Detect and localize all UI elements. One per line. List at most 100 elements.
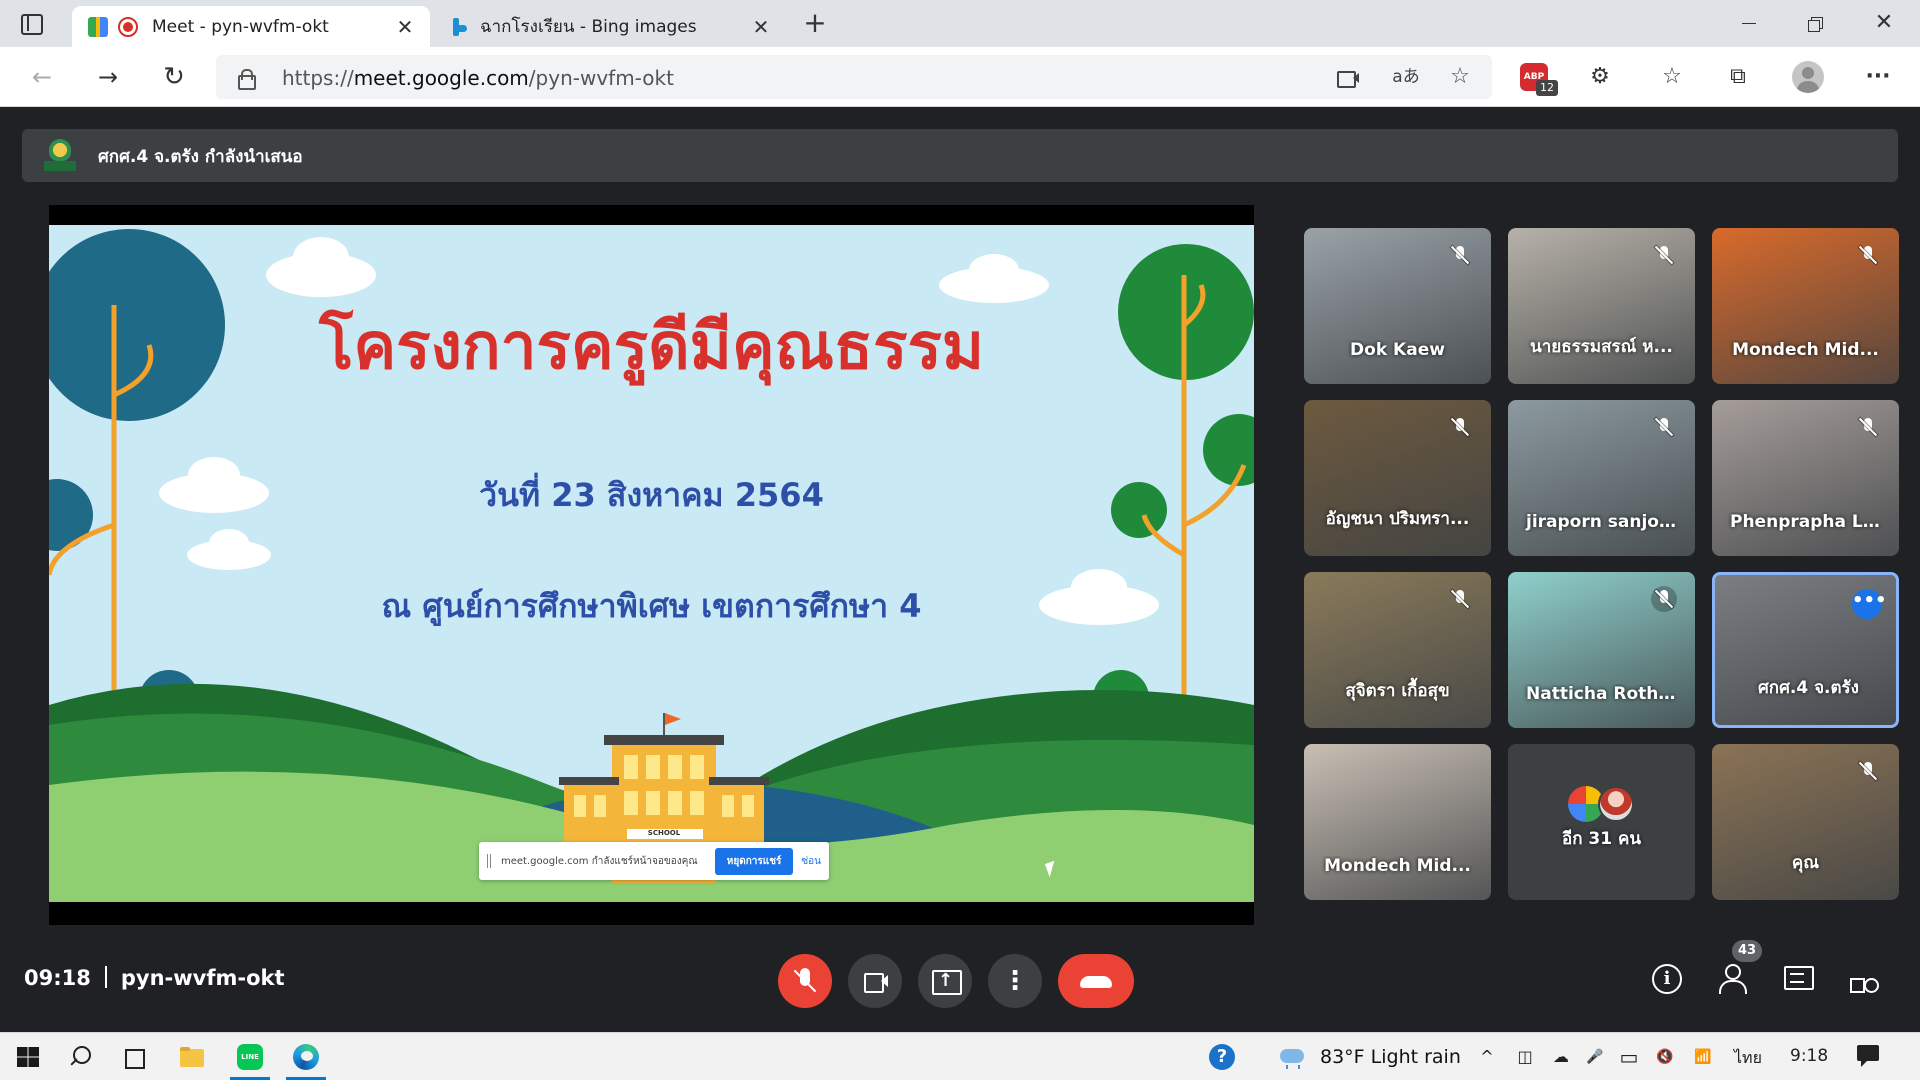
participant-tile[interactable]: Mondech Mid...: [1304, 744, 1491, 900]
presenting-banner: ศกศ.4 จ.ตรัง กำลังนำเสนอ: [22, 129, 1898, 182]
participant-name: Natticha Roth...: [1526, 684, 1678, 704]
restore-window-button[interactable]: [1796, 8, 1836, 38]
participant-name: Mondech Mid...: [1732, 340, 1879, 360]
participant-name: Dok Kaew: [1350, 340, 1445, 360]
participant-name: ศกศ.4 จ.ตรัง: [1758, 678, 1859, 698]
leave-call-button[interactable]: [1058, 954, 1134, 1008]
meeting-details-icon[interactable]: i: [1652, 964, 1682, 994]
school-logo-icon: [44, 139, 76, 173]
chat-icon[interactable]: [1780, 962, 1816, 998]
recording-icon: [118, 16, 138, 37]
file-explorer-icon[interactable]: [176, 1041, 208, 1073]
task-view-icon[interactable]: [118, 1041, 150, 1073]
mic-off-icon: [1651, 414, 1677, 440]
participant-tile[interactable]: jiraporn sanjo...: [1508, 400, 1695, 556]
url-path: /pyn-wvfm-okt: [528, 66, 674, 90]
drag-handle-icon[interactable]: [487, 854, 491, 868]
participant-tile[interactable]: Phenprapha L...: [1712, 400, 1899, 556]
participant-tile[interactable]: สุจิตรา เกื้อสุข: [1304, 572, 1491, 728]
participant-name: คุณ: [1791, 853, 1820, 873]
new-tab-button[interactable]: +: [800, 9, 830, 39]
divider: [104, 966, 107, 988]
extensions-icon[interactable]: ⚙: [1584, 61, 1616, 93]
mic-off-icon: [1447, 414, 1473, 440]
mic-off-icon: [1447, 242, 1473, 268]
slide-venue: ณ ศูนย์การศึกษาพิเศษ เขตการศึกษา 4: [381, 587, 922, 625]
people-icon[interactable]: [1715, 962, 1751, 998]
show-hidden-icons-chevron-icon[interactable]: ^: [1474, 1045, 1500, 1069]
meet-now-icon[interactable]: ◫: [1512, 1045, 1538, 1069]
stop-sharing-button[interactable]: หยุดการแชร์: [714, 847, 794, 875]
mic-off-icon: [1855, 414, 1881, 440]
tab-title: Meet - pyn-wvfm-okt: [152, 16, 329, 37]
participant-tile-presenter[interactable]: ••• ศกศ.4 จ.ตรัง: [1712, 572, 1899, 728]
edge-browser-icon[interactable]: [290, 1041, 322, 1073]
back-button[interactable]: ←: [24, 59, 60, 95]
mic-off-icon: [1447, 586, 1473, 612]
profile-avatar[interactable]: [1792, 61, 1824, 93]
mic-off-icon: [1651, 586, 1677, 612]
url-text[interactable]: https://meet.google.com/pyn-wvfm-okt: [282, 66, 674, 90]
slide-title: โครงการครูดีมีคุณธรรม: [319, 310, 984, 384]
tab-actions-icon[interactable]: [18, 11, 44, 37]
add-favorite-icon[interactable]: ☆: [1446, 63, 1474, 91]
onedrive-cloud-icon[interactable]: ☁: [1548, 1045, 1574, 1069]
participant-tile[interactable]: นายธรรมสรณ์ ห...: [1508, 228, 1695, 384]
more-options-icon[interactable]: •••: [1852, 589, 1887, 619]
school-sign: SCHOOL: [647, 829, 681, 837]
participant-avatars: [1568, 784, 1638, 824]
activities-icon[interactable]: [1846, 962, 1882, 998]
help-icon[interactable]: [1206, 1041, 1238, 1073]
read-aloud-icon[interactable]: aあ: [1392, 63, 1420, 91]
volume-muted-icon[interactable]: 🔇: [1652, 1045, 1678, 1069]
mic-off-icon: [1855, 242, 1881, 268]
minimize-window-button[interactable]: [1728, 8, 1768, 38]
address-bar[interactable]: https://meet.google.com/pyn-wvfm-okt aあ …: [216, 55, 1492, 99]
mic-off-icon: [1651, 242, 1677, 268]
weather-text[interactable]: 83°F Light rain: [1320, 1046, 1461, 1068]
taskbar-clock[interactable]: 9:18: [1790, 1046, 1828, 1066]
forward-button[interactable]: →: [90, 59, 126, 95]
shared-screen[interactable]: SCHOOL โครงการครูดีมีคุณธรรม วันที่ 23 ส…: [49, 205, 1254, 925]
present-now-button[interactable]: [918, 954, 972, 1008]
more-options-button[interactable]: ⋮: [988, 954, 1042, 1008]
participant-name: นายธรรมสรณ์ ห...: [1530, 337, 1673, 357]
notifications-icon[interactable]: [1855, 1045, 1881, 1067]
meeting-code: pyn-wvfm-okt: [120, 966, 285, 990]
participant-tile-self[interactable]: คุณ: [1712, 744, 1899, 900]
participant-tile[interactable]: Mondech Mid...: [1712, 228, 1899, 384]
tab-bing-images[interactable]: ฉากโรงเรียน - Bing images ✕: [436, 6, 786, 47]
tab-meet[interactable]: Meet - pyn-wvfm-okt ✕: [72, 6, 430, 47]
people-count-badge: 43: [1732, 940, 1763, 962]
url-scheme: https://: [282, 66, 354, 90]
settings-more-icon[interactable]: ···: [1862, 61, 1894, 93]
microphone-icon[interactable]: 🎤: [1582, 1045, 1608, 1069]
participant-tile[interactable]: Natticha Roth...: [1508, 572, 1695, 728]
toggle-camera-button[interactable]: [848, 954, 902, 1008]
hide-notice-button[interactable]: ซ่อน: [801, 854, 821, 869]
participant-tile[interactable]: Dok Kaew: [1304, 228, 1491, 384]
reload-button[interactable]: ↻: [156, 59, 192, 95]
search-icon[interactable]: [64, 1041, 96, 1073]
windows-start-icon[interactable]: [12, 1041, 44, 1073]
participant-tile[interactable]: อัญชนา ปริมทรา...: [1304, 400, 1491, 556]
more-participants-tile[interactable]: อีก 31 คน: [1508, 744, 1695, 900]
close-tab-icon[interactable]: ✕: [748, 14, 774, 40]
wifi-icon[interactable]: 📶: [1690, 1045, 1716, 1069]
avatar: [1598, 786, 1634, 822]
weather-rain-icon[interactable]: [1276, 1041, 1308, 1073]
line-app-icon[interactable]: [234, 1041, 266, 1073]
bing-favicon-icon: [450, 17, 470, 37]
lock-icon[interactable]: [238, 69, 256, 90]
input-language[interactable]: ไทย: [1734, 1046, 1762, 1071]
close-tab-icon[interactable]: ✕: [392, 14, 418, 40]
collections-icon[interactable]: ⧉: [1722, 61, 1754, 93]
battery-icon[interactable]: ▭: [1616, 1045, 1642, 1069]
participant-name: jiraporn sanjo...: [1526, 512, 1679, 532]
toggle-microphone-button[interactable]: [778, 954, 832, 1008]
url-host: meet.google.com: [353, 66, 529, 90]
favorites-icon[interactable]: ☆: [1656, 61, 1688, 93]
presenting-banner-text: ศกศ.4 จ.ตรัง กำลังนำเสนอ: [98, 147, 303, 167]
camera-in-use-icon[interactable]: [1334, 63, 1362, 91]
close-window-button[interactable]: ✕: [1864, 8, 1904, 38]
